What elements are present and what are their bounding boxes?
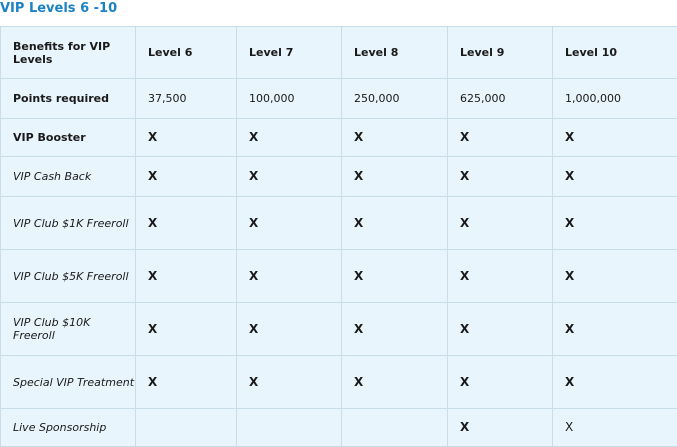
- empty-cell: [236, 408, 342, 447]
- check-mark: X: [341, 196, 448, 250]
- check-mark: X: [552, 408, 677, 447]
- points-level-8: 250,000: [341, 78, 448, 119]
- check-mark: X: [552, 118, 677, 157]
- vip-levels-table: Benefits for VIP Levels Level 6 Level 7 …: [0, 26, 677, 447]
- check-mark: X: [236, 355, 342, 409]
- points-level-9: 625,000: [447, 78, 553, 119]
- check-mark: X: [135, 156, 237, 197]
- row-label-vip-club-1k-freeroll: VIP Club $1K Freeroll: [0, 196, 136, 250]
- check-mark: X: [447, 249, 553, 303]
- row-label-vip-club-5k-freeroll: VIP Club $5K Freeroll: [0, 249, 136, 303]
- table-row: VIP Booster X X X X X: [0, 118, 677, 157]
- check-mark: X: [236, 156, 342, 197]
- header-level-7: Level 7: [236, 26, 342, 79]
- check-mark: X: [236, 302, 342, 356]
- page-title: VIP Levels 6 -10: [0, 1, 118, 16]
- check-mark: X: [552, 196, 677, 250]
- check-mark: X: [341, 118, 448, 157]
- row-label-vip-club-10k-freeroll: VIP Club $10K Freeroll: [0, 302, 136, 356]
- check-mark: X: [552, 355, 677, 409]
- check-mark: X: [135, 355, 237, 409]
- check-mark: X: [447, 118, 553, 157]
- table-row: VIP Club $10K Freeroll X X X X X: [0, 302, 677, 356]
- table-header-row: Benefits for VIP Levels Level 6 Level 7 …: [0, 26, 677, 79]
- check-mark: X: [447, 156, 553, 197]
- check-mark: X: [447, 302, 553, 356]
- empty-cell: [135, 408, 237, 447]
- check-mark: X: [341, 302, 448, 356]
- header-level-6: Level 6: [135, 26, 237, 79]
- table-row: VIP Cash Back X X X X X: [0, 156, 677, 197]
- empty-cell: [341, 408, 448, 447]
- points-required-row: Points required 37,500 100,000 250,000 6…: [0, 78, 677, 119]
- header-level-10: Level 10: [552, 26, 677, 79]
- check-mark: X: [552, 302, 677, 356]
- table-row: Special VIP Treatment X X X X X: [0, 355, 677, 409]
- check-mark: X: [447, 196, 553, 250]
- check-mark: X: [236, 196, 342, 250]
- points-level-10: 1,000,000: [552, 78, 677, 119]
- row-label-live-sponsorship: Live Sponsorship: [0, 408, 136, 447]
- table-row: VIP Club $1K Freeroll X X X X X: [0, 196, 677, 250]
- row-label-vip-booster: VIP Booster: [0, 118, 136, 157]
- check-mark: X: [341, 156, 448, 197]
- points-level-7: 100,000: [236, 78, 342, 119]
- check-mark: X: [135, 249, 237, 303]
- points-level-6: 37,500: [135, 78, 237, 119]
- table-row: Live Sponsorship X X: [0, 408, 677, 447]
- check-mark: X: [236, 249, 342, 303]
- check-mark: X: [236, 118, 342, 157]
- check-mark: X: [447, 355, 553, 409]
- check-mark: X: [341, 249, 448, 303]
- check-mark: X: [447, 408, 553, 447]
- header-level-8: Level 8: [341, 26, 448, 79]
- header-benefits: Benefits for VIP Levels: [0, 26, 136, 79]
- check-mark: X: [135, 118, 237, 157]
- check-mark: X: [341, 355, 448, 409]
- table-row: VIP Club $5K Freeroll X X X X X: [0, 249, 677, 303]
- check-mark: X: [135, 302, 237, 356]
- check-mark: X: [552, 156, 677, 197]
- points-required-label: Points required: [0, 78, 136, 119]
- header-level-9: Level 9: [447, 26, 553, 79]
- row-label-vip-cash-back: VIP Cash Back: [0, 156, 136, 197]
- check-mark: X: [135, 196, 237, 250]
- row-label-special-vip-treatment: Special VIP Treatment: [0, 355, 136, 409]
- check-mark: X: [552, 249, 677, 303]
